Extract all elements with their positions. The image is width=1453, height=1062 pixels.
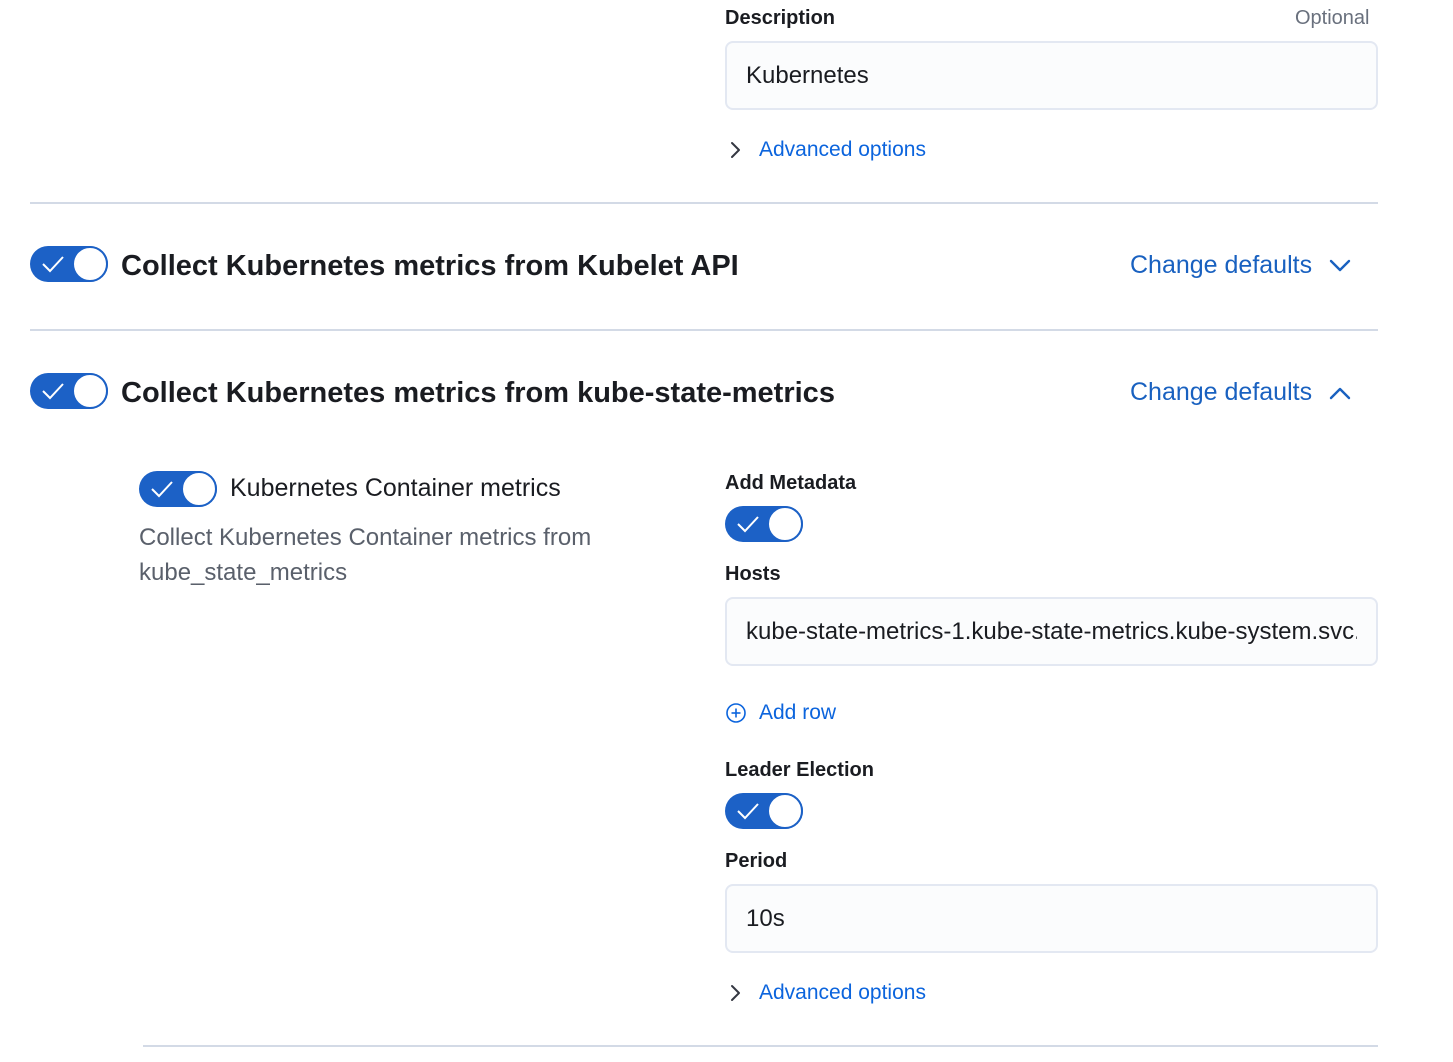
change-defaults-label: Change defaults [1130,378,1313,406]
toggle-knob [767,793,803,829]
advanced-options-label: Advanced options [759,981,926,1004]
hosts-label: Hosts [725,563,781,585]
check-icon [42,256,64,273]
leader-election-toggle[interactable] [725,793,803,829]
toggle-knob [72,373,108,409]
section-divider [30,329,1378,331]
change-defaults-kubelet[interactable]: Change defaults [1130,251,1354,280]
period-input[interactable] [725,884,1378,953]
change-defaults-label: Change defaults [1130,251,1313,279]
check-icon [737,516,759,533]
add-metadata-toggle[interactable] [725,506,803,542]
change-defaults-kube-state-metrics[interactable]: Change defaults [1130,378,1354,407]
toggle-knob [72,246,108,282]
hosts-input[interactable] [725,597,1378,666]
advanced-options-toggle-stream[interactable]: Advanced options [725,981,926,1005]
section-title-kube-state-metrics: Collect Kubernetes metrics from kube-sta… [121,377,835,409]
kubelet-api-toggle[interactable] [30,246,108,282]
toggle-knob [767,506,803,542]
advanced-options-label: Advanced options [759,138,926,161]
check-icon [151,481,173,498]
chevron-up-icon [1329,387,1351,399]
stream-description: Collect Kubernetes Container metrics fro… [139,524,592,586]
add-metadata-label: Add Metadata [725,472,857,494]
chevron-right-icon [731,142,740,158]
description-input[interactable] [725,41,1378,110]
chevron-right-icon [731,985,740,1001]
period-label: Period [725,850,788,872]
toggle-knob [181,471,217,507]
description-label: Description [725,7,836,29]
advanced-options-toggle-top[interactable]: Advanced options [725,138,926,162]
plus-circle-icon [726,703,746,723]
chevron-down-icon [1329,259,1351,271]
container-metrics-toggle[interactable] [139,471,217,507]
leader-election-label: Leader Election [725,759,874,781]
section-title-kubelet: Collect Kubernetes metrics from Kubelet … [121,250,739,282]
check-icon [737,803,759,820]
section-divider [30,202,1378,204]
add-row-button[interactable]: Add row [725,701,836,725]
add-row-label: Add row [759,701,837,724]
kube-state-metrics-toggle[interactable] [30,373,108,409]
stream-divider [143,1045,1378,1047]
stream-title: Kubernetes Container metrics [230,474,561,502]
optional-hint: Optional [1295,7,1370,29]
check-icon [42,383,64,400]
